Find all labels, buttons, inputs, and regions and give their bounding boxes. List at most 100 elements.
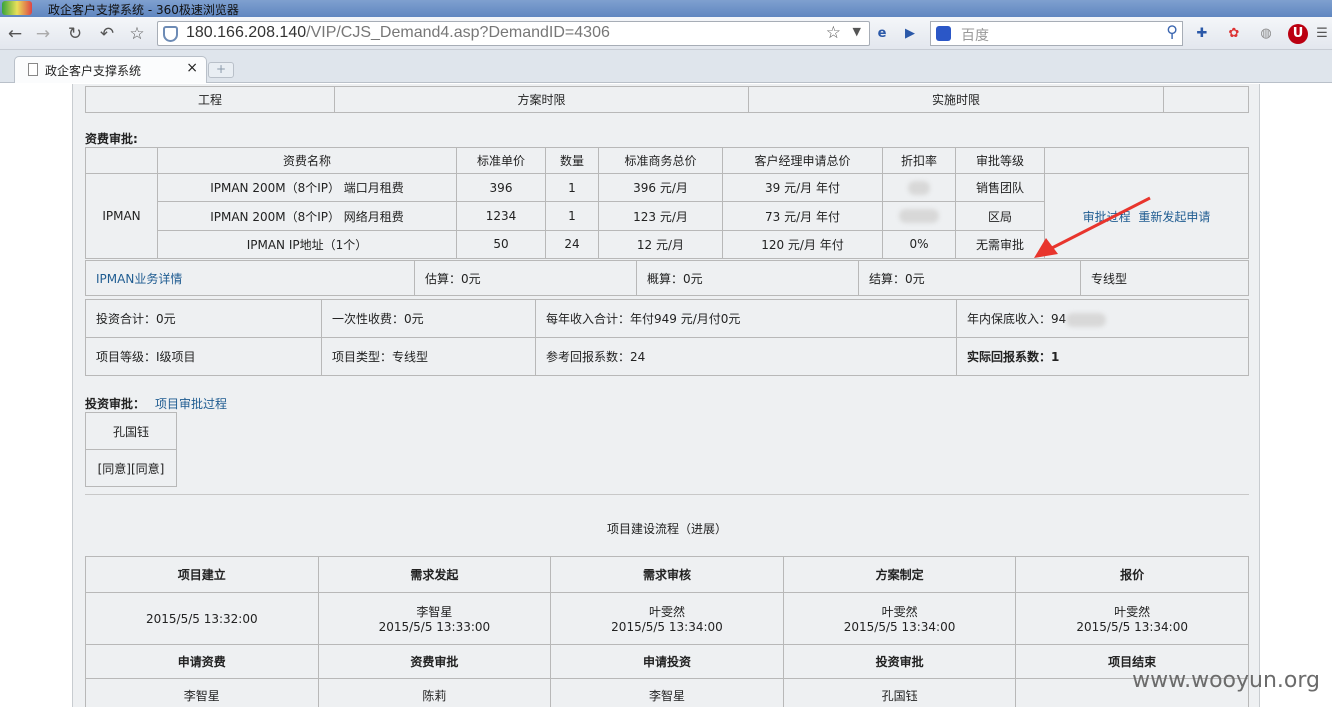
fee-head-qty: 数量 — [545, 146, 599, 175]
business-detail-link[interactable]: IPMAN业务详情 — [96, 272, 182, 286]
process-table: 项目建立 需求发起 需求审核 方案制定 报价 2015/5/5 13:32:00… — [85, 556, 1249, 707]
divider — [85, 494, 1249, 495]
address-bar[interactable]: 180.166.208.140/VIP/CJS_Demand4.asp?Dema… — [157, 21, 870, 46]
estimate-table: IPMAN业务详情 估算：0元 概算：0元 结算：0元 专线型 — [85, 260, 1249, 296]
project-level: 项目等级：Ⅰ级项目 — [85, 337, 322, 376]
approval-status: [同意][同意] — [85, 449, 177, 487]
annual-income: 每年收入合计：年付949 元/月付0元 — [535, 299, 957, 338]
fee-discount: 0% — [882, 229, 956, 260]
fee-mgr-total: 39 元/月 年付 — [722, 173, 883, 203]
process-person: 李智星 — [416, 605, 453, 619]
undo-close-icon[interactable]: ↶ — [96, 23, 118, 45]
process-person: 李智星 — [550, 678, 784, 707]
back-icon[interactable]: ← — [4, 23, 26, 45]
invest-approval-table: 孔国钰 [同意][同意] — [85, 412, 177, 487]
detail-cell: IPMAN业务详情 — [85, 260, 415, 296]
process-title: 项目建设流程（进展） — [606, 522, 727, 536]
fee-head-mgr-total: 客户经理申请总价 — [722, 146, 883, 175]
invest-approval-label: 投资审批： — [85, 397, 146, 411]
process-person: 叶雯然 — [881, 605, 918, 619]
new-tab-button[interactable]: + — [208, 62, 234, 78]
process-cell: 李智星 2015/5/5 13:33:00 — [317, 592, 552, 645]
process-time: 2015/5/5 13:34:00 — [843, 620, 956, 634]
dropdown-arrow-icon[interactable]: ▼ — [853, 25, 861, 38]
top-row-table: 工程 方案时限 实施时限 — [85, 86, 1249, 113]
process-person: 陈莉 — [317, 678, 552, 707]
fee-unit: 1234 — [456, 201, 546, 231]
search-box[interactable]: 百度 ⚲ — [930, 21, 1183, 46]
url-text[interactable]: 180.166.208.140/VIP/CJS_Demand4.asp?Dema… — [186, 24, 610, 42]
reload-icon[interactable]: ↻ — [64, 23, 86, 45]
process-person: 叶雯然 — [648, 605, 685, 619]
fee-mgr-total: 73 元/月 年付 — [722, 201, 883, 231]
top-cell-project: 工程 — [85, 86, 335, 113]
fee-std-total: 12 元/月 — [598, 229, 723, 260]
url-host: 180.166.208.140 — [186, 24, 307, 41]
project-approval-link[interactable]: 项目审批过程 — [155, 395, 227, 412]
baidu-icon — [936, 26, 951, 41]
redacted-blur — [899, 209, 939, 224]
fee-head-name: 资费名称 — [157, 146, 457, 175]
menu-icon[interactable]: ☰ — [1312, 24, 1332, 44]
user-icon[interactable]: U — [1288, 24, 1308, 44]
window-title: 政企客户支撑系统 - 360极速浏览器 — [48, 3, 239, 17]
process-head: 项目建立 — [85, 556, 319, 593]
approver-name: 孔国钰 — [85, 412, 177, 450]
floor-income-cell: 年内保底收入：94 — [956, 299, 1249, 338]
fee-unit: 50 — [456, 229, 546, 260]
tab-label: 政企客户支撑系统 — [45, 64, 142, 78]
fee-discount — [882, 173, 956, 203]
play-icon[interactable]: ▶ — [900, 24, 920, 44]
fee-section-label: 资费审批: — [85, 132, 138, 146]
extension-icon[interactable]: ✿ — [1224, 24, 1244, 44]
actual-return: 实际回报系数：1 — [956, 337, 1249, 376]
bookmark-star-icon[interactable]: ☆ — [126, 23, 148, 45]
fee-qty: 24 — [545, 229, 599, 260]
process-person: 叶雯然 — [1114, 605, 1151, 619]
floor-income: 年内保底收入：94 — [967, 312, 1067, 326]
favorite-star-icon[interactable]: ☆ — [826, 23, 841, 43]
apps-icon[interactable]: ✚ — [1192, 24, 1212, 44]
top-cell-plan-deadline: 方案时限 — [334, 86, 749, 113]
invest-total: 投资合计：0元 — [85, 299, 322, 338]
process-head: 需求审核 — [550, 556, 784, 593]
fee-qty: 1 — [545, 201, 599, 231]
fee-discount — [882, 201, 956, 231]
tab-strip: 政企客户支撑系统 × + — [0, 50, 1332, 83]
page-content: 工程 方案时限 实施时限 资费审批: 资费名称 标准单价 数量 标准商务总价 客… — [72, 84, 1260, 707]
fee-unit: 396 — [456, 173, 546, 203]
search-icon[interactable]: ⚲ — [1166, 22, 1178, 41]
process-cell: 叶雯然 2015/5/5 13:34:00 — [550, 592, 784, 645]
process-person: 孔国钰 — [782, 678, 1017, 707]
fee-name: IPMAN 200M（8个IP） 网络月租费 — [157, 201, 457, 231]
fee-qty: 1 — [545, 173, 599, 203]
process-head: 申请投资 — [550, 644, 784, 679]
process-head: 需求发起 — [317, 556, 552, 593]
url-path: /VIP/CJS_Demand4.asp?DemandID=4306 — [306, 24, 610, 41]
process-head: 申请资费 — [85, 644, 319, 679]
fee-std-total: 396 元/月 — [598, 173, 723, 203]
fee-name: IPMAN 200M（8个IP） 端口月租费 — [157, 173, 457, 203]
fee-mgr-total: 120 元/月 年付 — [722, 229, 883, 260]
fee-std-total: 123 元/月 — [598, 201, 723, 231]
security-shield-icon — [163, 26, 178, 42]
fee-head-action — [1044, 146, 1249, 175]
process-head: 投资审批 — [782, 644, 1017, 679]
onetime-fee: 一次性收费：0元 — [321, 299, 536, 338]
window-titlebar: 政企客户支撑系统 - 360极速浏览器 — [0, 0, 1332, 17]
close-tab-icon[interactable]: × — [186, 60, 198, 76]
tab-active[interactable]: 政企客户支撑系统 × — [14, 56, 207, 83]
ie-mode-icon[interactable]: e — [872, 24, 892, 44]
process-head: 资费审批 — [317, 644, 552, 679]
process-time: 2015/5/5 13:33:00 — [378, 620, 491, 634]
process-head: 报价 — [1015, 556, 1249, 593]
process-cell: 叶雯然 2015/5/5 13:34:00 — [782, 592, 1017, 645]
forward-icon[interactable]: → — [32, 23, 54, 45]
top-cell-impl-deadline: 实施时限 — [748, 86, 1164, 113]
process-cell: 叶雯然 2015/5/5 13:34:00 — [1015, 592, 1249, 645]
fee-head-unit: 标准单价 — [456, 146, 546, 175]
globe-icon[interactable]: ◍ — [1256, 24, 1276, 44]
redacted-blur — [908, 181, 930, 196]
redacted-blur — [1066, 312, 1107, 327]
process-cell: 2015/5/5 13:32:00 — [85, 592, 319, 645]
